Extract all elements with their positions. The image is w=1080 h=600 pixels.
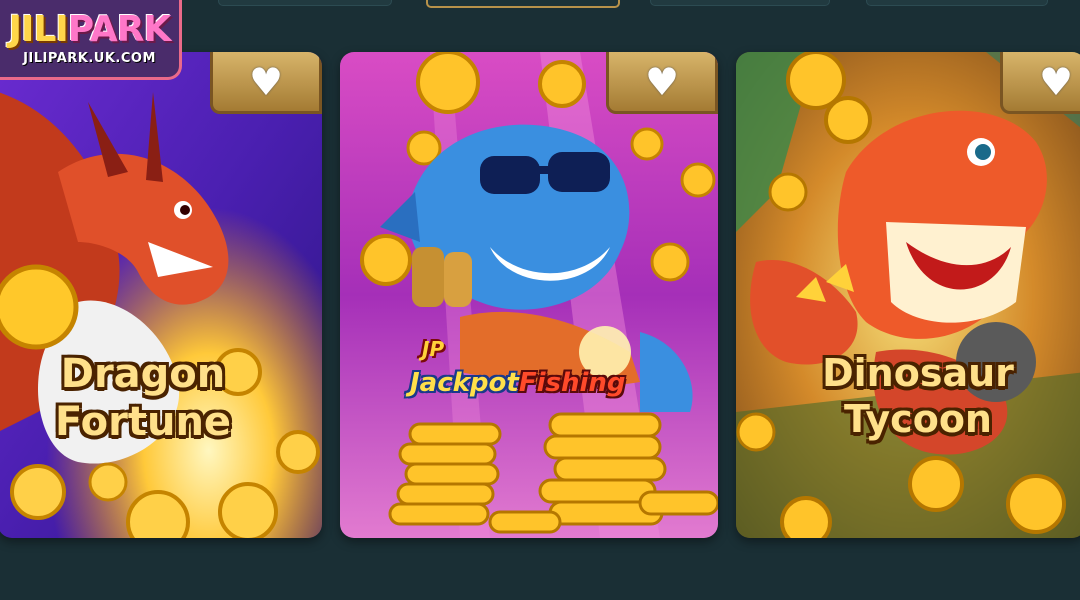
game-card-dinosaur-tycoon[interactable]: ♥ Dinosaur Tycoon: [736, 52, 1080, 538]
top-tab-2[interactable]: [426, 0, 620, 8]
title-line-2: Fortune: [54, 399, 232, 445]
game-title: Dragon Fortune: [28, 350, 258, 446]
game-title: Dinosaur Tycoon: [798, 350, 1038, 442]
title-part-1: Jackpot: [410, 368, 519, 398]
top-tab-4[interactable]: [866, 0, 1048, 6]
title-part-2: Fishing: [518, 368, 626, 398]
top-tab-1[interactable]: [218, 0, 392, 6]
game-badge: JP: [422, 337, 445, 361]
favorite-button[interactable]: ♥: [210, 52, 322, 114]
dinosaur-tycoon-artwork: [736, 52, 1080, 538]
top-tab-3[interactable]: [650, 0, 830, 6]
logo-park-text: PARK: [67, 9, 172, 50]
game-card-jackpot-fishing[interactable]: ♥ JP JackpotFishing: [340, 52, 718, 538]
logo-jili-text: JILI: [8, 9, 69, 50]
dragon-fortune-artwork: [0, 52, 322, 538]
title-line-2: Tycoon: [844, 397, 992, 441]
heart-icon: ♥: [248, 59, 284, 104]
heart-icon: ♥: [1038, 59, 1074, 104]
game-title: JackpotFishing: [410, 368, 626, 398]
game-card-dragon-fortune[interactable]: ♥ Dragon Fortune: [0, 52, 322, 538]
title-line-1: Dragon: [60, 351, 226, 397]
logo-domain-text: JILIPARK.UK.COM: [23, 51, 156, 66]
title-line-1: Dinosaur: [822, 351, 1014, 395]
jackpot-fishing-artwork: [340, 52, 718, 538]
site-logo[interactable]: JILIPARK JILIPARK.UK.COM: [0, 0, 182, 80]
favorite-button[interactable]: ♥: [606, 52, 718, 114]
favorite-button[interactable]: ♥: [1000, 52, 1080, 114]
heart-icon: ♥: [644, 59, 680, 104]
